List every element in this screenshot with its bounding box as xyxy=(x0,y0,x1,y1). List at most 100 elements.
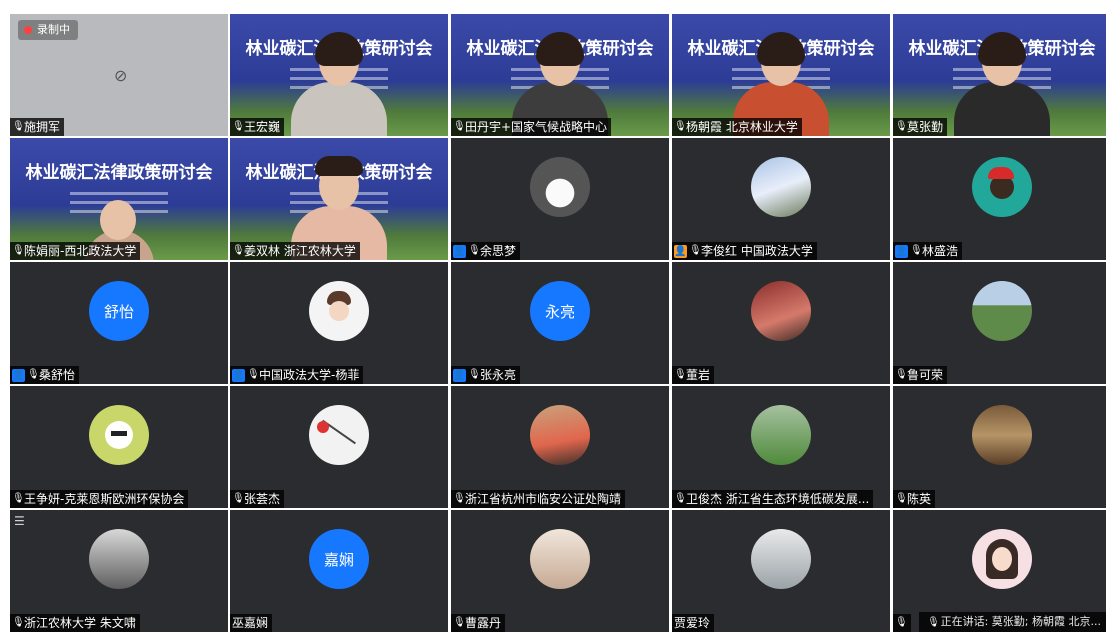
participant-tile[interactable]: 林业碳汇法律政策研讨会 🎙姜双林 浙江农林大学 xyxy=(230,138,448,260)
microphone-icon: 🎙 xyxy=(453,493,466,504)
participant-tile[interactable]: 永亮 👤 🎙 张永亮 xyxy=(451,262,669,384)
participant-name: 🎙 曹露丹 xyxy=(451,614,506,632)
participant-name: 🎙 田丹宇+国家气候战略中心 xyxy=(451,118,612,136)
participant-tile[interactable]: 林业碳汇法律政策研讨会 🎙 陈娟丽-西北政法大学 xyxy=(10,138,228,260)
library-avatar xyxy=(972,405,1032,465)
bunny-avatar xyxy=(89,405,149,465)
microphone-icon: 🎙 xyxy=(453,617,466,628)
participant-tile[interactable]: 👤 🎙 李俊红 中国政法大学 xyxy=(672,138,890,260)
speaking-indicator: 🎙 正在讲话: 莫张勤; 杨朝霞 北京... xyxy=(919,612,1106,632)
participant-tile[interactable]: 🎙 王争妍-克莱恩斯欧洲环保协会 xyxy=(10,386,228,508)
sketch-avatar xyxy=(309,405,369,465)
camera-off-icon: ⊘ xyxy=(114,66,128,85)
microphone-icon: 🎙 xyxy=(895,121,908,132)
participant-name: 🎙 姜双林 浙江农林大学 xyxy=(230,242,360,260)
text-avatar: 舒怡 xyxy=(89,281,149,341)
participant-name: 👤 🎙 余思梦 xyxy=(451,242,521,260)
participant-name: 🎙 杨朝霞 北京林业大学 xyxy=(672,118,802,136)
blossom-avatar xyxy=(751,157,811,217)
participant-name: 👤 🎙 张永亮 xyxy=(451,366,521,384)
painting-avatar xyxy=(530,405,590,465)
microphone-icon: 🎙 xyxy=(12,493,25,504)
participant-tile[interactable]: 贾爱玲 xyxy=(672,510,890,632)
microphone-icon: 🎙 xyxy=(232,493,245,504)
participant-tile[interactable]: 林业碳汇法律政策研讨会 🎙王宏巍 xyxy=(230,14,448,136)
participant-video xyxy=(291,32,387,136)
participant-tile[interactable]: 🎙 🎙 正在讲话: 莫张勤; 杨朝霞 北京... xyxy=(893,510,1106,632)
participant-name: 🎙 陈英 xyxy=(893,490,936,508)
participant-name: 🎙 施拥军 xyxy=(10,118,65,136)
recording-badge[interactable]: 录制中 xyxy=(18,20,78,40)
baby-avatar xyxy=(530,529,590,589)
participant-tile[interactable]: 🎙 张荟杰 xyxy=(230,386,448,508)
microphone-icon: 🎙 xyxy=(247,369,260,380)
participant-tile-active-speaker[interactable]: 林业碳汇法律政策研讨会 🎙莫张勤 xyxy=(893,14,1106,136)
microphone-icon: 🎙 xyxy=(27,369,40,380)
user-icon: 👤 xyxy=(453,244,466,258)
participant-name: 👤 🎙 桑舒怡 xyxy=(10,366,80,384)
record-dot-icon xyxy=(24,26,32,34)
user-icon: 👤 xyxy=(895,244,908,258)
microphone-icon: 🎙 xyxy=(12,245,25,256)
participant-tile[interactable]: 🎙 鲁可荣 xyxy=(893,262,1106,384)
microphone-icon: 🎙 xyxy=(895,369,908,380)
participant-tile[interactable]: 🎙 卫俊杰 浙江省生态环境低碳发展... xyxy=(672,386,890,508)
participant-tile[interactable]: 👤 🎙 余思梦 xyxy=(451,138,669,260)
microphone-icon: 🎙 xyxy=(232,245,245,256)
participant-tile[interactable]: 录制中 ⊘ 🎙 施拥军 xyxy=(10,14,228,136)
microphone-icon: 🎙 xyxy=(468,369,481,380)
microphone-icon: 🎙 xyxy=(12,121,25,132)
participant-tile[interactable]: 嘉娴 巫嘉娴 xyxy=(230,510,448,632)
participant-name: 🎙 董岩 xyxy=(672,366,715,384)
microphone-icon: 🎙 xyxy=(453,121,466,132)
microphone-icon: 🎙 xyxy=(895,493,908,504)
landscape-avatar xyxy=(972,281,1032,341)
participant-tile[interactable]: 林业碳汇法律政策研讨会 🎙田丹宇+国家气候战略中心 xyxy=(451,14,669,136)
user-icon: 👤 xyxy=(674,244,687,258)
participant-tile[interactable]: 🎙 陈英 xyxy=(893,386,1106,508)
text-avatar: 嘉娴 xyxy=(309,529,369,589)
participant-name: 🎙 王宏巍 xyxy=(230,118,285,136)
user-icon: 👤 xyxy=(232,368,245,382)
microphone-icon: 🎙 xyxy=(689,245,702,256)
banner-title: 林业碳汇法律政策研讨会 xyxy=(25,163,213,183)
participant-name: 🎙 张荟杰 xyxy=(230,490,285,508)
participant-tile[interactable]: 👤 🎙 林盛浩 xyxy=(893,138,1106,260)
user-icon: 👤 xyxy=(453,368,466,382)
list-menu-icon[interactable]: ☰ xyxy=(14,514,25,528)
participant-name: 🎙 陈娟丽-西北政法大学 xyxy=(10,242,141,260)
participant-tile[interactable]: 林业碳汇法律政策研讨会 🎙杨朝霞 北京林业大学 xyxy=(672,14,890,136)
participant-tile[interactable]: ☰ 🎙 浙江农林大学 朱文啸 xyxy=(10,510,228,632)
video-grid: 录制中 ⊘ 🎙施拥军 林业碳汇法律政策研讨会 🎙王宏巍 林业碳汇法律政策研讨会 … xyxy=(10,14,1106,632)
participant-name: 🎙 浙江省杭州市临安公证处陶靖 xyxy=(451,490,626,508)
golf-avatar xyxy=(751,405,811,465)
participant-tile[interactable]: 🎙 浙江省杭州市临安公证处陶靖 xyxy=(451,386,669,508)
microphone-icon: 🎙 xyxy=(674,369,687,380)
office-avatar xyxy=(751,529,811,589)
microphone-icon: 🎙 xyxy=(895,617,908,628)
participant-name: 🎙 鲁可荣 xyxy=(893,366,948,384)
cartoon-avatar xyxy=(309,281,369,341)
participant-name: 🎙 xyxy=(893,614,911,632)
participant-tile[interactable]: 舒怡 👤 🎙 桑舒怡 xyxy=(10,262,228,384)
girl-avatar xyxy=(972,529,1032,589)
participant-name: 🎙 莫张勤 xyxy=(893,118,948,136)
participant-name: 贾爱玲 xyxy=(672,614,715,632)
participant-name: 👤 🎙 李俊红 中国政法大学 xyxy=(672,242,817,260)
participant-name: 🎙 王争妍-克莱恩斯欧洲环保协会 xyxy=(10,490,189,508)
microphone-icon: 🎙 xyxy=(12,617,25,628)
participant-tile[interactable]: 🎙 曹露丹 xyxy=(451,510,669,632)
user-icon: 👤 xyxy=(12,368,25,382)
participant-name: 🎙 浙江农林大学 朱文啸 xyxy=(10,614,140,632)
participant-tile[interactable]: 👤 🎙 中国政法大学-杨菲 xyxy=(230,262,448,384)
text-avatar: 永亮 xyxy=(530,281,590,341)
participant-tile[interactable]: 🎙 董岩 xyxy=(672,262,890,384)
microphone-icon: 🎙 xyxy=(468,245,481,256)
recording-label: 录制中 xyxy=(37,23,70,36)
microphone-icon: 🎙 xyxy=(232,121,245,132)
microphone-icon: 🎙 xyxy=(927,617,940,628)
participant-name: 巫嘉娴 xyxy=(230,614,273,632)
participant-name: 🎙 卫俊杰 浙江省生态环境低碳发展... xyxy=(672,490,874,508)
speaker-avatar xyxy=(751,281,811,341)
microphone-icon: 🎙 xyxy=(910,245,923,256)
